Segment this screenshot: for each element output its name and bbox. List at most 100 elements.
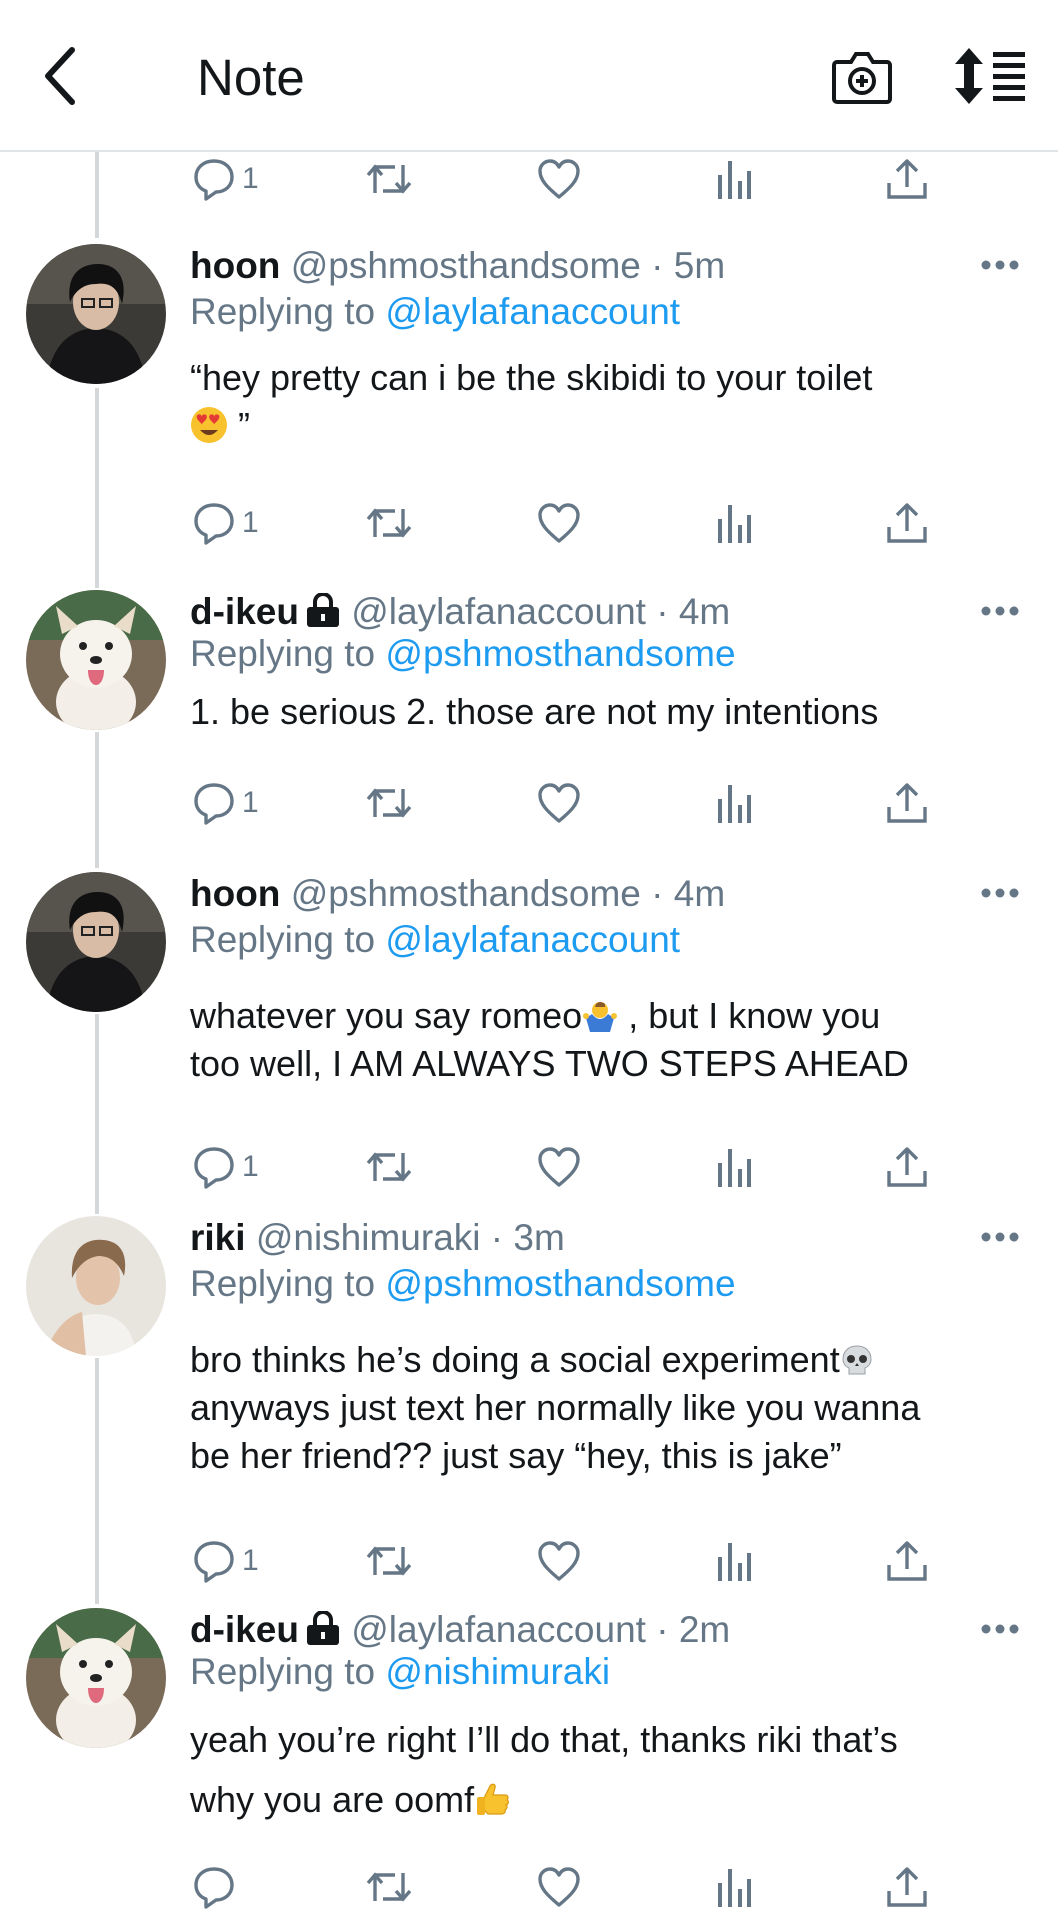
chevron-left-icon[interactable]: [40, 46, 80, 106]
display-name[interactable]: hoon: [190, 873, 280, 914]
retweet-icon: [365, 1865, 413, 1909]
action-bar: 1: [0, 498, 1058, 548]
reply-button[interactable]: 1: [192, 154, 259, 204]
avatar[interactable]: [26, 1216, 166, 1356]
mention-link[interactable]: @laylafanaccount: [385, 291, 680, 332]
retweet-button[interactable]: [365, 154, 413, 204]
replying-to: Replying to @pshmosthandsome: [190, 1262, 736, 1306]
retweet-button[interactable]: [365, 1142, 413, 1192]
retweet-icon: [365, 781, 413, 825]
views-button[interactable]: [714, 1536, 754, 1586]
reply-icon: [192, 1145, 236, 1189]
like-button[interactable]: [537, 1536, 581, 1586]
display-name[interactable]: riki: [190, 1217, 246, 1258]
reply-button[interactable]: [192, 1862, 236, 1912]
camera-add-icon[interactable]: [831, 46, 893, 106]
thumbs-up-emoji: [477, 1783, 510, 1815]
sort-icon[interactable]: [955, 48, 1027, 104]
tweet-text: 1. be serious 2. those are not my intent…: [190, 688, 1020, 736]
avatar[interactable]: [26, 590, 166, 730]
timestamp: 3m: [513, 1217, 565, 1258]
replying-to: Replying to @pshmosthandsome: [190, 632, 736, 676]
like-button[interactable]: [537, 778, 581, 828]
separator-dot: ·: [656, 591, 669, 632]
retweet-icon: [365, 1539, 413, 1583]
separator-dot: ·: [651, 245, 664, 286]
tweet-header: hoon @pshmosthandsome · 4m: [190, 872, 725, 916]
text-line: be her friend?? just say “hey, this is j…: [190, 1435, 842, 1476]
more-icon[interactable]: [980, 1622, 1020, 1636]
like-button[interactable]: [537, 1142, 581, 1192]
heart-eyes-emoji: [191, 407, 227, 443]
like-button[interactable]: [537, 498, 581, 548]
views-button[interactable]: [714, 1862, 754, 1912]
retweet-icon: [365, 1145, 413, 1189]
share-button[interactable]: [885, 1862, 929, 1912]
top-bar: Note: [0, 0, 1058, 152]
heart-icon: [537, 1539, 581, 1583]
avatar[interactable]: [26, 872, 166, 1012]
replying-to: Replying to @laylafanaccount: [190, 290, 680, 334]
retweet-icon: [365, 501, 413, 545]
share-icon: [885, 1865, 929, 1909]
reply-button[interactable]: 1: [192, 1536, 259, 1586]
display-name[interactable]: d-ikeu: [190, 1609, 299, 1650]
views-button[interactable]: [714, 498, 754, 548]
reply-button[interactable]: 1: [192, 1142, 259, 1192]
separator-dot: ·: [656, 1609, 669, 1650]
views-button[interactable]: [714, 1142, 754, 1192]
like-button[interactable]: [537, 1862, 581, 1912]
reply-button[interactable]: 1: [192, 778, 259, 828]
reply-icon: [192, 157, 236, 201]
lock-icon: [305, 1611, 341, 1645]
text-line: yeah you’re right I’ll do that, thanks r…: [190, 1719, 898, 1760]
page-title: Note: [197, 49, 305, 106]
replying-prefix: Replying to: [190, 633, 376, 674]
separator-dot: ·: [651, 873, 664, 914]
share-button[interactable]: [885, 498, 929, 548]
heart-icon: [537, 1865, 581, 1909]
timestamp: 2m: [678, 1609, 731, 1650]
text-line: “hey pretty can i be the skibidi to your…: [190, 357, 873, 398]
display-name[interactable]: d-ikeu: [190, 591, 299, 632]
more-icon[interactable]: [980, 886, 1020, 900]
retweet-icon: [365, 157, 413, 201]
text-line: too well, I AM ALWAYS TWO STEPS AHEAD: [190, 1043, 909, 1084]
views-button[interactable]: [714, 778, 754, 828]
mention-link[interactable]: @laylafanaccount: [385, 919, 680, 960]
mention-link[interactable]: @nishimuraki: [385, 1651, 610, 1692]
replying-to: Replying to @nishimuraki: [190, 1650, 610, 1694]
reply-count: 1: [242, 162, 259, 195]
reply-button[interactable]: 1: [192, 498, 259, 548]
more-icon[interactable]: [980, 604, 1020, 618]
like-button[interactable]: [537, 154, 581, 204]
avatar[interactable]: [26, 244, 166, 384]
tweet-header: d-ikeu @laylafanaccount · 4m: [190, 590, 730, 634]
mention-link[interactable]: @pshmosthandsome: [385, 633, 735, 674]
man-shrugging-emoji: [583, 1002, 618, 1032]
retweet-button[interactable]: [365, 1862, 413, 1912]
retweet-button[interactable]: [365, 778, 413, 828]
share-icon: [885, 501, 929, 545]
retweet-button[interactable]: [365, 498, 413, 548]
reply-icon: [192, 1539, 236, 1583]
text-line: bro thinks he’s doing a social experimen…: [190, 1339, 840, 1380]
handle: @laylafanaccount: [351, 1609, 646, 1650]
more-icon[interactable]: [980, 258, 1020, 272]
text-line: 1. be serious 2. those are not my intent…: [190, 691, 879, 732]
views-icon: [714, 501, 754, 545]
share-button[interactable]: [885, 1142, 929, 1192]
share-button[interactable]: [885, 1536, 929, 1586]
avatar[interactable]: [26, 1608, 166, 1748]
mention-link[interactable]: @pshmosthandsome: [385, 1263, 735, 1304]
reply-icon: [192, 781, 236, 825]
share-button[interactable]: [885, 154, 929, 204]
views-icon: [714, 781, 754, 825]
share-button[interactable]: [885, 778, 929, 828]
views-button[interactable]: [714, 154, 754, 204]
more-icon[interactable]: [980, 1230, 1020, 1244]
action-bar: 1: [0, 1536, 1058, 1586]
display-name[interactable]: hoon: [190, 245, 280, 286]
text-line: why you are oomf: [190, 1779, 475, 1820]
retweet-button[interactable]: [365, 1536, 413, 1586]
